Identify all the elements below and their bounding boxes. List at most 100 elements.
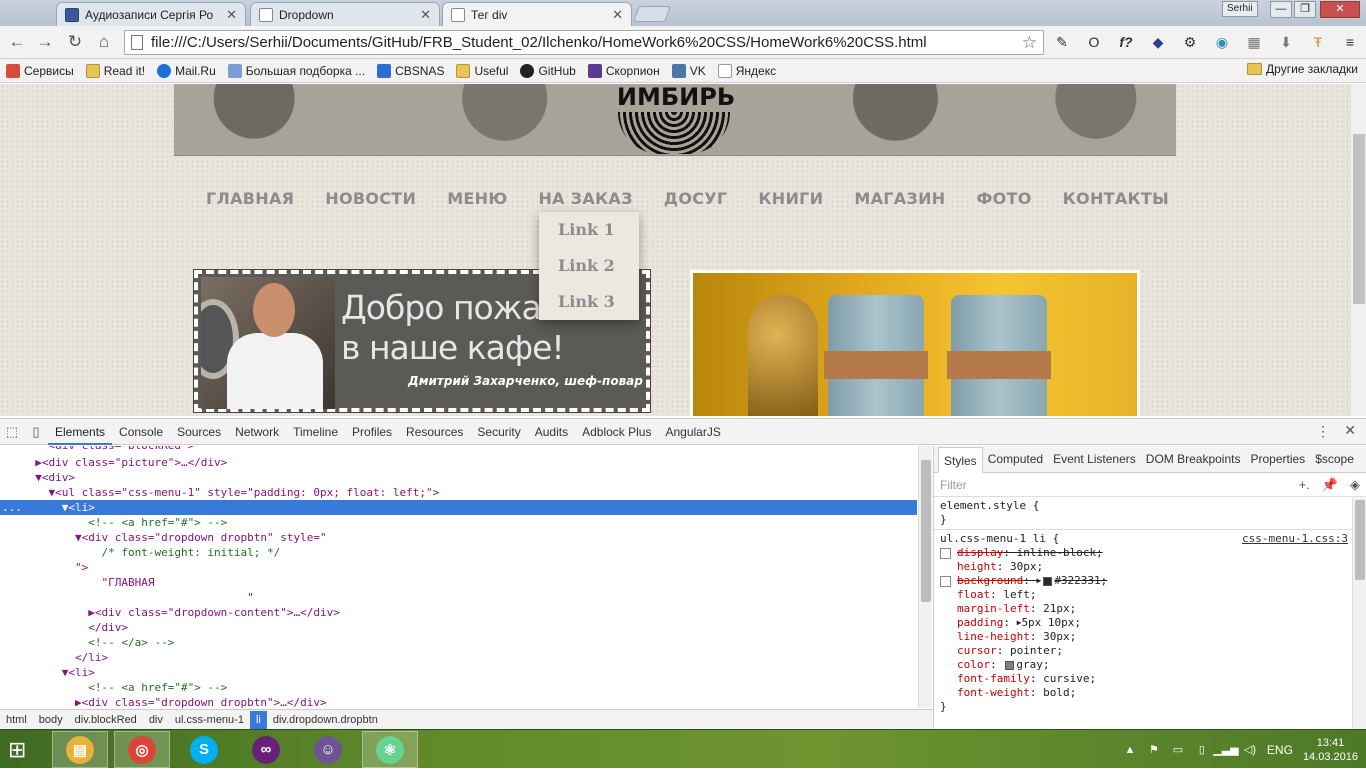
page-scrollbar[interactable] (1350, 84, 1366, 416)
property-value[interactable]: left; (1003, 588, 1036, 602)
crumb-div-dropdown[interactable]: div.dropdown.dropbtn (267, 711, 384, 729)
minimize-button[interactable]: — (1270, 1, 1292, 18)
close-icon[interactable]: ✕ (612, 7, 623, 23)
property-checkbox[interactable] (940, 575, 951, 587)
download-icon[interactable]: ⬇ (1276, 32, 1296, 52)
more-options-icon[interactable]: ⋮ (1316, 423, 1330, 440)
tab-teg-div[interactable]: Тег div ✕ (442, 2, 632, 26)
property-name[interactable]: float (957, 588, 990, 602)
property-value[interactable]: 30px; (1010, 560, 1043, 574)
devtools-tab-sources[interactable]: Sources (170, 419, 228, 445)
crumb-div-blockred[interactable]: div.blockRed (69, 711, 143, 729)
css-property[interactable]: display: inline-block; (940, 546, 1360, 560)
styles-tab-scope[interactable]: $scope (1310, 446, 1359, 472)
css-property[interactable]: padding: ▶ 5px 10px; (940, 616, 1360, 630)
tab-dropdown[interactable]: Dropdown ✕ (250, 2, 440, 26)
property-name[interactable]: line-height (957, 630, 1030, 644)
taskbar-app-explorer[interactable]: ▤ (52, 731, 108, 768)
signal-icon[interactable]: ▁▃▅ (1213, 743, 1238, 757)
opera-icon[interactable]: O (1084, 32, 1104, 52)
devtools-close-icon[interactable]: ✕ (1344, 422, 1356, 439)
property-value[interactable]: inline-block; (1017, 546, 1103, 560)
dom-line[interactable]: ▼<div> (0, 470, 917, 485)
css-property[interactable]: color: gray; (940, 658, 1360, 672)
devtools-tab-security[interactable]: Security (470, 419, 527, 445)
property-value[interactable]: cursive; (1043, 672, 1096, 686)
taskbar-app-atom[interactable]: ⚛ (362, 731, 418, 768)
bookmark-item[interactable]: Сервисы (6, 63, 74, 78)
styles-tab-event-listeners[interactable]: Event Listeners (1048, 446, 1141, 472)
network-icon[interactable]: ▯ (1195, 743, 1209, 757)
property-name[interactable]: color (957, 658, 990, 672)
devtools-tab-resources[interactable]: Resources (399, 419, 470, 445)
styles-tab-properties[interactable]: Properties (1245, 446, 1310, 472)
dom-line[interactable]: <div class="blockRed"> (0, 446, 917, 453)
volume-icon[interactable]: ◁) (1243, 743, 1257, 757)
bookmark-item[interactable]: CBSNAS (377, 63, 444, 78)
property-value[interactable]: 21px; (1043, 602, 1076, 616)
menu-item-leisure[interactable]: ДОСУГ (654, 184, 749, 214)
close-icon[interactable]: ✕ (420, 7, 431, 23)
elements-scrollbar[interactable] (918, 446, 932, 708)
menu-item-contacts[interactable]: КОНТАКТЫ (1053, 184, 1190, 214)
forward-button[interactable]: → (34, 31, 56, 53)
property-name[interactable]: margin-left (957, 602, 1030, 616)
styles-filter-input[interactable]: Filter (940, 478, 967, 492)
crumb-li[interactable]: li (249, 710, 267, 729)
battery-icon[interactable]: ▭ (1171, 743, 1185, 757)
property-name[interactable]: background (957, 574, 1023, 588)
dom-line[interactable]: ▶<div class="picture">…</div> (0, 455, 917, 470)
menu-item-shop[interactable]: МАГАЗИН (844, 184, 966, 214)
property-name[interactable]: padding (957, 616, 1003, 630)
dom-line[interactable]: </li> (0, 650, 917, 665)
menu-icon[interactable]: ≡ (1340, 32, 1360, 52)
dom-line[interactable]: "ГЛАВНАЯ (0, 575, 917, 590)
start-button[interactable]: ⊞ (8, 737, 38, 763)
property-name[interactable]: height (957, 560, 997, 574)
property-value[interactable]: #322331; (1054, 574, 1107, 588)
dom-line[interactable]: ▶<div class="dropdown dropbtn">…</div> (0, 695, 917, 708)
devtools-tab-console[interactable]: Console (112, 419, 170, 445)
grid-icon[interactable]: ▦ (1244, 32, 1264, 52)
crumb-html[interactable]: html (0, 711, 33, 729)
device-mode-icon[interactable]: ▯ (24, 420, 48, 444)
dom-line[interactable]: <!-- </a> --> (0, 635, 917, 650)
taskbar-app-skype[interactable]: S (176, 731, 232, 768)
dom-line[interactable]: "> (0, 560, 917, 575)
reload-button[interactable]: ↻ (64, 31, 86, 53)
dom-line[interactable]: </div> (0, 620, 917, 635)
clock[interactable]: 13:41 14.03.2016 (1303, 736, 1358, 764)
taskbar-app-visual-studio[interactable]: ∞ (238, 731, 294, 768)
property-value[interactable]: bold; (1043, 686, 1076, 700)
taskbar-app-chrome[interactable]: ◎ (114, 731, 170, 768)
css-property[interactable]: background: ▶ #322331; (940, 574, 1360, 588)
css-property[interactable]: line-height: 30px; (940, 630, 1360, 644)
taskbar-app-github-desktop[interactable]: ☺ (300, 731, 356, 768)
crumb-body[interactable]: body (33, 711, 69, 729)
menu-item-photo[interactable]: ФОТО (966, 184, 1052, 214)
property-value[interactable]: 5px 10px; (1021, 616, 1081, 630)
bookmark-item[interactable]: Большая подборка ... (227, 63, 365, 78)
property-name[interactable]: font-family (957, 672, 1030, 686)
toggle-element-state-icon[interactable]: ◈ (1350, 477, 1360, 493)
expand-triangle-icon[interactable]: ▶ (1036, 574, 1041, 588)
pin-icon[interactable]: 📌 (1322, 477, 1338, 493)
bookmark-item[interactable]: GitHub (520, 63, 576, 78)
property-name[interactable]: font-weight (957, 686, 1030, 700)
dom-line[interactable]: " (0, 590, 917, 605)
css-property[interactable]: margin-left: 21px; (940, 602, 1360, 616)
menu-item-news[interactable]: НОВОСТИ (315, 184, 437, 214)
dom-line[interactable]: ▶<div class="dropdown-content">…</div> (0, 605, 917, 620)
styles-tab-dom-breakpoints[interactable]: DOM Breakpoints (1141, 446, 1246, 472)
site-logo[interactable]: ИМБИРЬ (616, 84, 736, 110)
home-button[interactable]: ⌂ (93, 31, 115, 53)
flag-icon[interactable]: ⚑ (1147, 743, 1161, 757)
devtools-tab-angularjs[interactable]: AngularJS (658, 419, 727, 445)
devtools-tab-adblock[interactable]: Adblock Plus (575, 419, 658, 445)
close-icon[interactable]: ✕ (226, 7, 237, 23)
elements-scroll-thumb[interactable] (921, 460, 931, 602)
bookmark-item[interactable]: Read it! (85, 63, 145, 78)
menu-item-books[interactable]: КНИГИ (748, 184, 844, 214)
dom-line[interactable]: ▼<li> (0, 665, 917, 680)
property-value[interactable]: gray; (1016, 658, 1049, 672)
